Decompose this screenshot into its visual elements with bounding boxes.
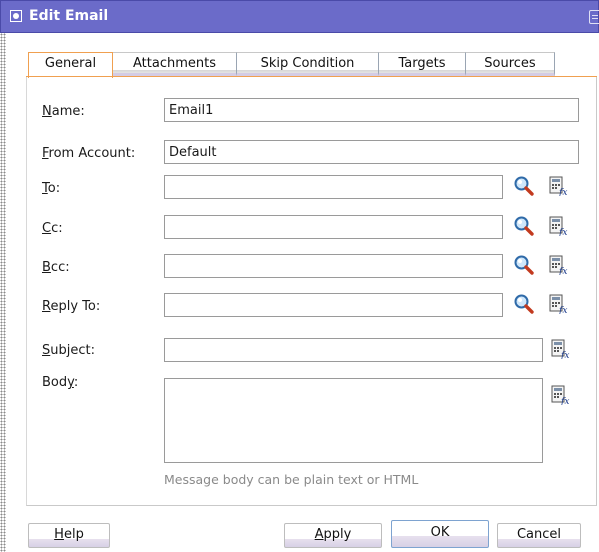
panel-top-divider [26, 76, 597, 77]
reply-to-expression-builder-icon[interactable]: fx [548, 294, 568, 314]
cancel-button[interactable]: Cancel [497, 523, 581, 548]
subject-expression-builder-icon[interactable]: fx [550, 339, 570, 359]
svg-text:fx: fx [558, 188, 567, 196]
tab-skip-condition[interactable]: Skip Condition [237, 52, 379, 76]
body-hint-text: Message body can be plain text or HTML [164, 472, 419, 487]
bcc-expression-builder-icon[interactable]: fx [548, 255, 568, 275]
cc-field[interactable] [164, 215, 503, 239]
tab-sources[interactable]: Sources [466, 52, 555, 76]
cc-label: Cc: [42, 221, 63, 236]
to-search-icon[interactable] [513, 175, 535, 197]
svg-text:fx: fx [558, 306, 567, 314]
apply-button[interactable]: Apply [284, 523, 382, 548]
cc-expression-builder-icon[interactable]: fx [548, 216, 568, 236]
to-field[interactable] [164, 175, 503, 199]
svg-text:fx: fx [560, 397, 569, 405]
body-expression-builder-icon[interactable]: fx [550, 385, 570, 405]
subject-label: Subject: [42, 343, 95, 358]
cc-search-icon[interactable] [513, 215, 535, 237]
reply-to-field[interactable] [164, 293, 503, 317]
tab-general[interactable]: General [28, 52, 113, 78]
help-button[interactable]: Help [28, 523, 110, 548]
name-label: Name: [42, 104, 85, 119]
window-options-icon[interactable] [589, 10, 599, 24]
dialog-title: Edit Email [29, 8, 109, 24]
dialog-left-border [0, 0, 6, 552]
body-textarea[interactable] [164, 378, 543, 463]
tab-attachments[interactable]: Attachments [113, 52, 237, 76]
dialog-titlebar[interactable]: Edit Email [0, 0, 599, 33]
reply-to-search-icon[interactable] [513, 293, 535, 315]
bcc-label: Bcc: [42, 260, 70, 275]
subject-field[interactable] [164, 338, 543, 362]
from-account-field[interactable] [164, 140, 579, 164]
svg-text:fx: fx [558, 228, 567, 236]
from-account-label: From Account: [42, 146, 136, 161]
window-menu-icon[interactable] [10, 10, 22, 22]
reply-to-label: Reply To: [42, 299, 101, 314]
bcc-search-icon[interactable] [513, 254, 535, 276]
ok-button[interactable]: OK [391, 520, 489, 548]
tab-targets[interactable]: Targets [379, 52, 466, 76]
to-expression-builder-icon[interactable]: fx [548, 176, 568, 196]
svg-text:fx: fx [558, 267, 567, 275]
name-field[interactable] [164, 98, 579, 122]
body-label: Body: [42, 375, 79, 390]
svg-text:fx: fx [560, 351, 569, 359]
to-label: To: [42, 181, 61, 196]
bcc-field[interactable] [164, 254, 503, 278]
